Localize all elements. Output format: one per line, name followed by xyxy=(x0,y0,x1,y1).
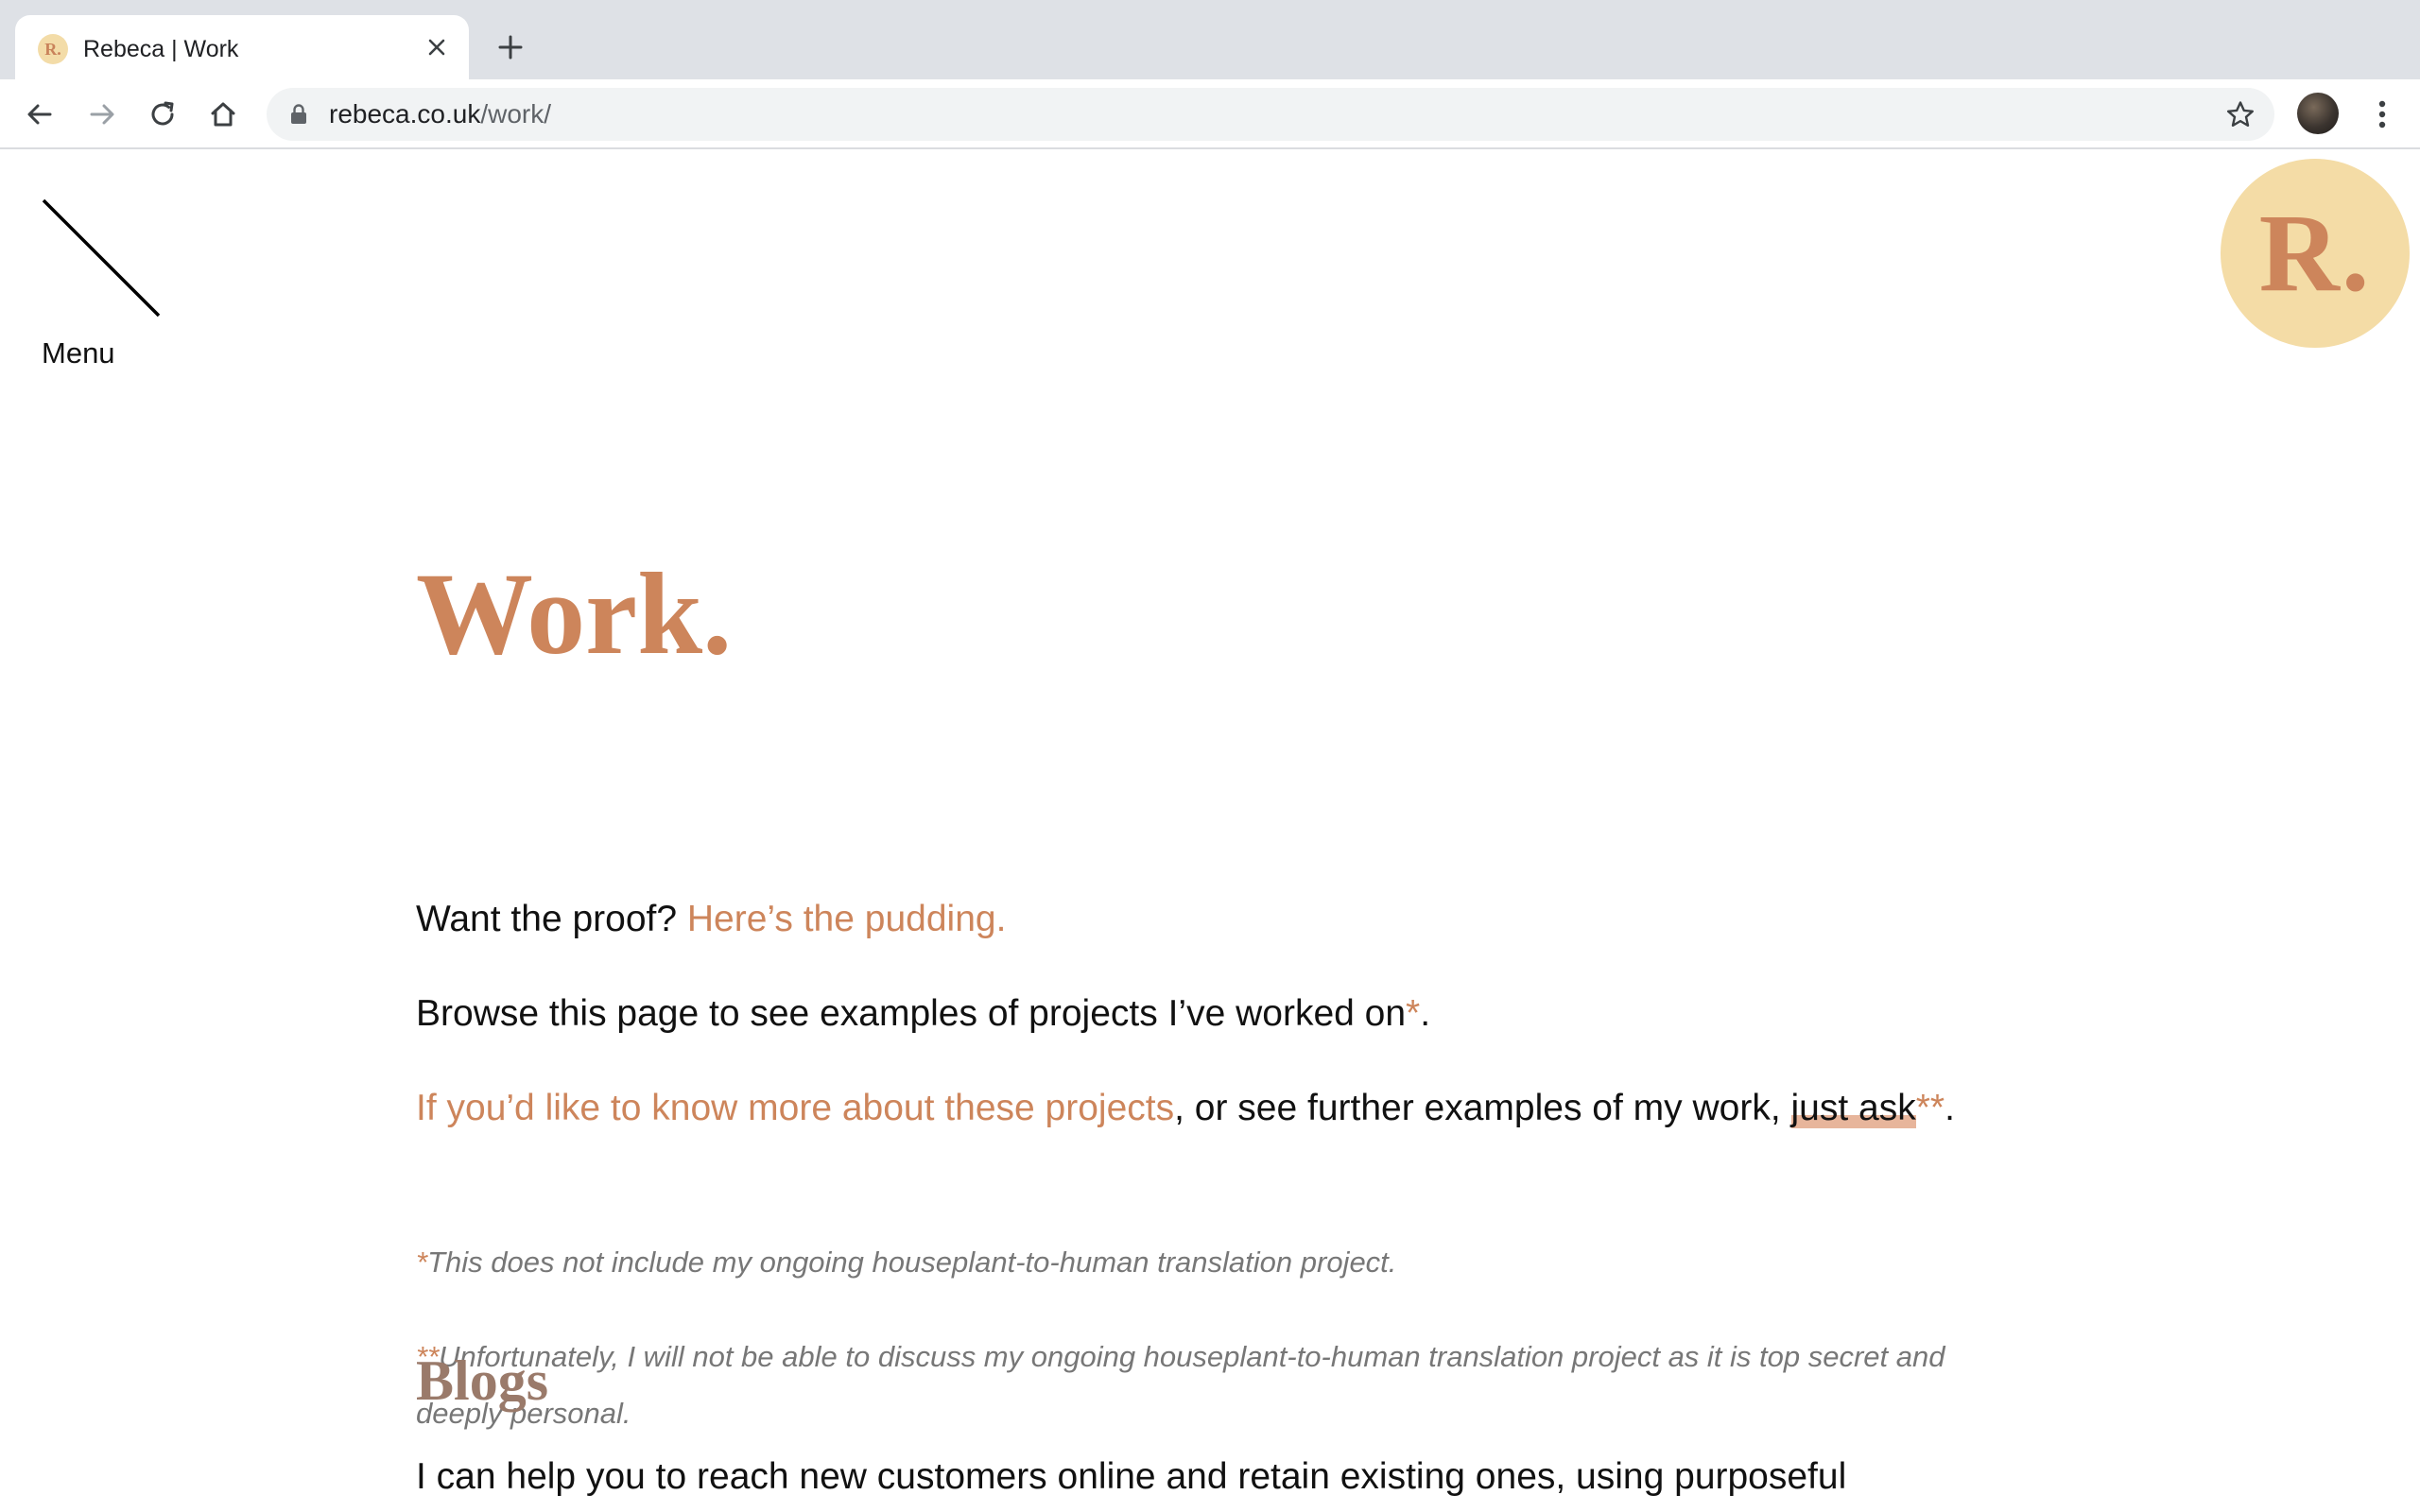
more-paragraph: If you’d like to know more about these p… xyxy=(416,1080,1966,1137)
footnote-marker-2: ** xyxy=(1915,1088,1945,1128)
pudding-link[interactable]: Here’s the pudding. xyxy=(687,899,1007,939)
menu-label: Menu xyxy=(42,336,115,369)
home-button[interactable] xyxy=(204,95,242,133)
footnote-1: *This does not include my ongoing housep… xyxy=(416,1234,1966,1291)
footnote-2-text: Unfortunately, I will not be able to dis… xyxy=(416,1340,1945,1430)
menu-toggle[interactable]: Menu xyxy=(38,197,170,369)
more-vertical-icon xyxy=(2378,100,2386,129)
reload-icon xyxy=(151,101,174,126)
intro-text: Want the proof? xyxy=(416,899,687,939)
url-domain: rebeca.co.uk xyxy=(329,99,481,129)
just-ask-link[interactable]: just ask xyxy=(1790,1088,1916,1128)
browser-menu-button[interactable] xyxy=(2363,95,2401,133)
favicon-icon: R. xyxy=(38,34,68,64)
tab-close-button[interactable] xyxy=(420,30,454,64)
menu-slash-icon xyxy=(42,198,161,318)
page-title: Work. xyxy=(416,549,733,679)
tab-title: Rebeca | Work xyxy=(83,36,239,62)
forward-button[interactable] xyxy=(83,95,121,133)
browser-tab[interactable]: R. Rebeca | Work xyxy=(15,15,469,79)
footnote-marker: * xyxy=(1406,993,1421,1034)
intro-paragraph: Want the proof? Here’s the pudding. xyxy=(416,891,1966,948)
footnote-2: **Unfortunately, I will not be able to d… xyxy=(416,1329,1966,1442)
reload-button[interactable] xyxy=(144,95,182,133)
arrow-right-icon xyxy=(90,104,114,125)
footnote-1-text: This does not include my ongoing housepl… xyxy=(427,1246,1397,1279)
profile-avatar[interactable] xyxy=(2297,93,2339,134)
browser-toolbar: rebeca.co.uk/work/ xyxy=(0,79,2420,149)
more-text: , or see further examples of my work, xyxy=(1174,1088,1791,1128)
plus-icon xyxy=(498,35,523,60)
section-heading-blogs: Blogs xyxy=(416,1349,549,1412)
tab-strip: R. Rebeca | Work xyxy=(0,0,2420,79)
footnote-1-marker: * xyxy=(416,1246,428,1279)
browse-paragraph: Browse this page to see examples of proj… xyxy=(416,986,1966,1042)
browse-text: Browse this page to see examples of proj… xyxy=(416,993,1407,1034)
arrow-left-icon xyxy=(27,104,52,125)
site-logo[interactable]: R. xyxy=(2221,159,2410,348)
browse-end: . xyxy=(1420,993,1431,1034)
close-icon xyxy=(428,39,445,56)
new-tab-button[interactable] xyxy=(492,28,529,66)
projects-link[interactable]: If you’d like to know more about these p… xyxy=(416,1088,1174,1128)
url-path: /work/ xyxy=(480,99,552,129)
url-text: rebeca.co.uk/work/ xyxy=(329,88,551,141)
blogs-paragraph: I can help you to reach new customers on… xyxy=(416,1456,1847,1497)
bookmark-star-icon[interactable] xyxy=(2225,99,2256,129)
lock-icon xyxy=(291,104,306,124)
more-end: . xyxy=(1945,1088,1955,1128)
back-button[interactable] xyxy=(21,95,59,133)
address-bar[interactable]: rebeca.co.uk/work/ xyxy=(267,88,2274,141)
home-icon xyxy=(211,102,235,127)
web-page: Menu R. Work. Want the proof? Here’s the… xyxy=(0,149,2420,1512)
